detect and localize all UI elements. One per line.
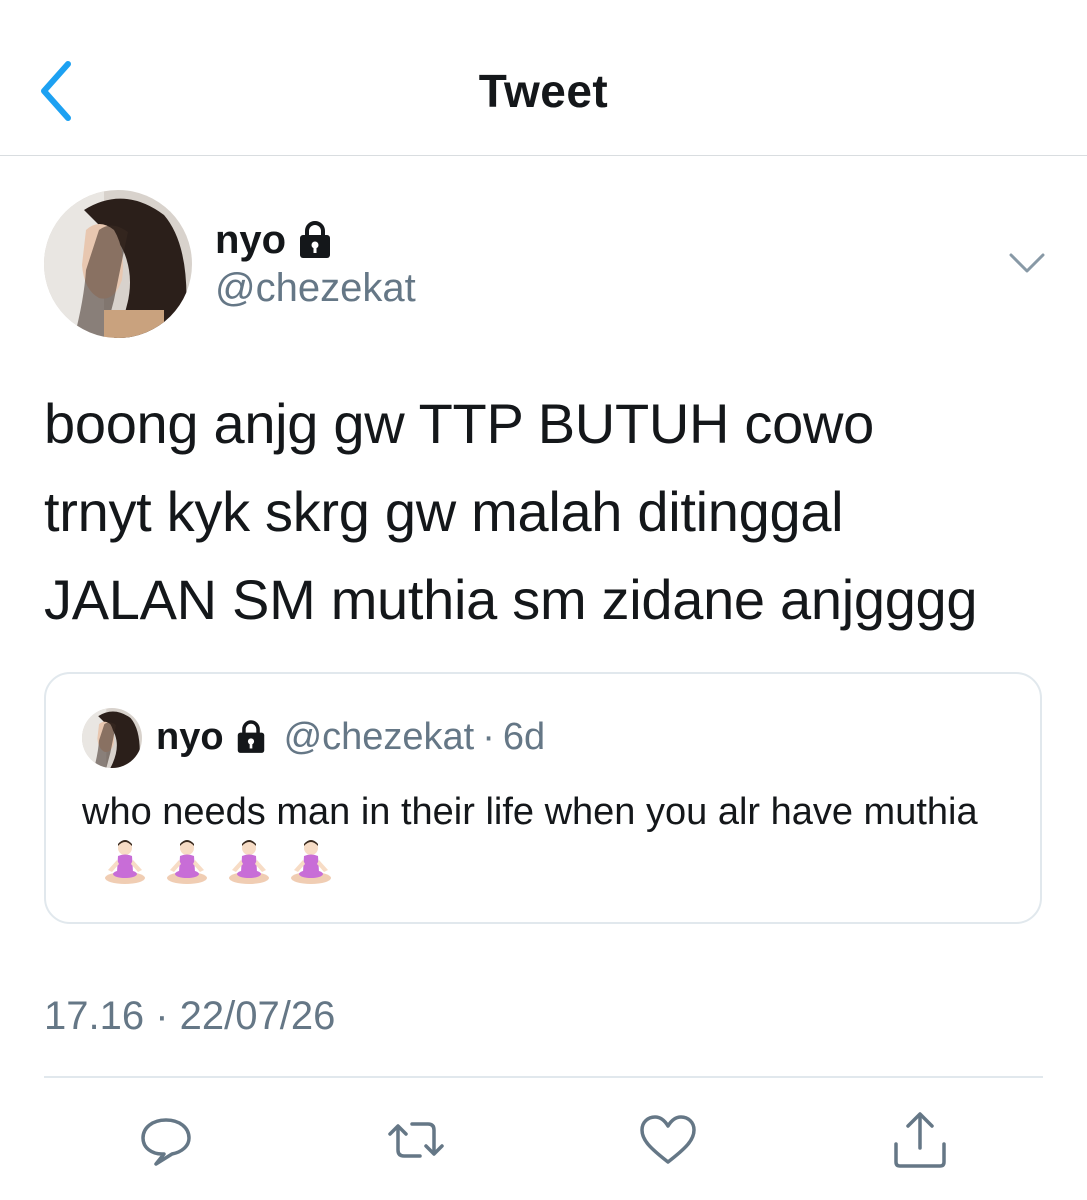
chevron-down-icon <box>1009 253 1045 273</box>
tweet-text: boong anjg gw TTP BUTUH cowo trnyt kyk s… <box>44 392 978 631</box>
retweet-icon <box>388 1122 444 1158</box>
more-options-button[interactable] <box>1005 245 1049 281</box>
heart-icon <box>640 1115 696 1164</box>
quoted-tweet-header: nyo @chezekat · 6d <box>156 712 545 762</box>
quoted-author-avatar <box>82 708 142 768</box>
tweet-timestamp: 17.16 · 22/07/26 <box>44 994 336 1038</box>
person-in-lotus-position-icon <box>229 840 269 884</box>
quoted-author-handle: @chezekat <box>283 715 475 758</box>
retweet-button[interactable] <box>384 1108 448 1172</box>
reply-button[interactable] <box>134 1108 198 1172</box>
like-button[interactable] <box>636 1108 700 1172</box>
reply-icon <box>141 1118 191 1166</box>
person-in-lotus-position-icon <box>291 840 331 884</box>
quoted-tweet-card[interactable]: nyo @chezekat · 6d who needs man in thei… <box>44 672 1042 924</box>
quoted-tweet-text: who needs man in their life when you alr… <box>82 786 1022 894</box>
quoted-tweet-time: 6d <box>502 715 546 758</box>
page-title: Tweet <box>478 65 609 117</box>
quoted-author-name: nyo <box>156 715 224 758</box>
author-name-row: nyo <box>215 212 332 268</box>
quoted-tweet-body: who needs man in their life when you alr… <box>82 791 978 833</box>
person-in-lotus-position-icon <box>167 840 207 884</box>
divider <box>44 1076 1043 1078</box>
emoji-group <box>100 838 336 888</box>
lock-icon <box>237 720 264 753</box>
person-in-lotus-position-icon <box>105 840 145 884</box>
share-icon <box>894 1112 946 1168</box>
author-handle[interactable]: @chezekat <box>215 266 416 311</box>
separator-dot: · <box>482 715 495 758</box>
top-bar: Tweet <box>0 0 1087 156</box>
share-button[interactable] <box>888 1108 952 1172</box>
author-name[interactable]: nyo <box>215 218 286 263</box>
lock-icon <box>300 221 331 258</box>
author-avatar[interactable] <box>44 190 192 338</box>
